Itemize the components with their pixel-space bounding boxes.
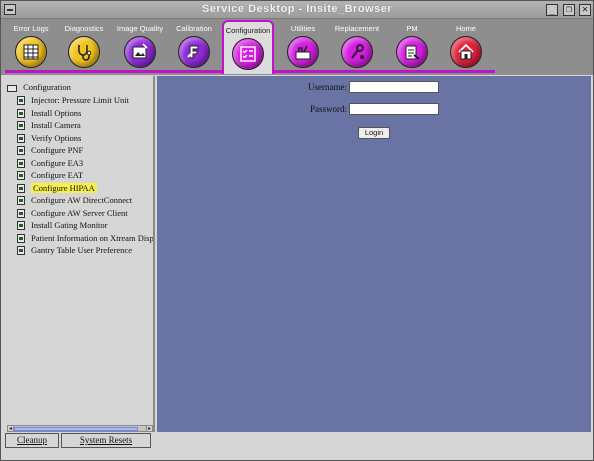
wrench-icon — [341, 36, 373, 68]
grid-icon — [15, 36, 47, 68]
cleanup-button[interactable]: Cleanup — [5, 433, 59, 448]
bottom-bar: Cleanup System Resets — [1, 432, 593, 460]
document-icon — [17, 233, 25, 243]
image-quality-icon — [124, 36, 156, 68]
close-button[interactable]: ✕ — [579, 4, 591, 16]
tree-item-install-options[interactable]: Install Options — [17, 107, 81, 119]
document-icon — [17, 133, 25, 143]
tool-configuration[interactable]: Configuration — [222, 20, 274, 74]
tree-item-configure-eat[interactable]: Configure EAT — [17, 169, 83, 181]
tool-label: Home — [455, 24, 476, 33]
tree-item-label: Configure EA3 — [31, 158, 84, 168]
tree-item-label: Configure EAT — [31, 170, 84, 180]
document-icon — [17, 195, 25, 205]
password-label: Password: — [309, 104, 347, 114]
password-field[interactable] — [349, 103, 439, 115]
minimize-button[interactable]: _ — [546, 4, 558, 16]
tool-replacement[interactable]: Replacement — [331, 20, 383, 72]
home-icon — [450, 36, 482, 68]
document-icon — [17, 245, 25, 255]
tool-image-quality[interactable]: Image Quality — [114, 20, 166, 72]
tree-item-install-camera[interactable]: Install Camera — [17, 119, 81, 131]
tree-item-verify-options[interactable]: Verify Options — [17, 132, 81, 144]
tool-label: Replacement — [334, 24, 380, 33]
tree-item-label: Patient Information on Xtream Disp — [31, 233, 154, 243]
username-label: Username: — [308, 82, 347, 92]
stethoscope-icon — [68, 36, 100, 68]
scroll-right-arrow-icon[interactable]: ▸ — [146, 425, 153, 432]
tool-pm[interactable]: PM — [386, 20, 438, 72]
folder-icon — [7, 84, 17, 92]
tree-item-label: Configure AW Server Client — [31, 208, 128, 218]
checklist-icon — [232, 38, 264, 70]
tree-item-label: Verify Options — [31, 133, 82, 143]
utilities-icon — [287, 36, 319, 68]
tree-item-configure-hipaa[interactable]: Configure HIPAA — [17, 182, 97, 194]
document-icon — [17, 208, 25, 218]
document-icon — [17, 158, 25, 168]
tool-home[interactable]: Home — [440, 20, 492, 72]
tool-utilities[interactable]: Utilities — [277, 20, 329, 72]
service-desktop-window: Service Desktop - Insite_Browser _ ❐ ✕ E… — [0, 0, 594, 461]
tree-item-label-selected: Configure HIPAA — [31, 183, 97, 193]
tree-horizontal-scrollbar[interactable]: ◂ ▸ — [7, 425, 153, 432]
username-field[interactable] — [349, 81, 439, 93]
document-icon — [17, 170, 25, 180]
restore-button[interactable]: ❐ — [563, 4, 575, 16]
tool-error-logs[interactable]: Error Logs — [5, 20, 57, 72]
tree-item-injector-pressure-limit-unit[interactable]: Injector: Pressure Limit Unit — [17, 94, 129, 106]
document-icon — [17, 145, 25, 155]
tree-root[interactable]: Configuration — [7, 82, 71, 92]
tool-label: Image Quality — [116, 24, 164, 33]
tree-item-patient-information[interactable]: Patient Information on Xtream Disp — [17, 232, 154, 244]
scrollbar-thumb[interactable] — [14, 427, 138, 431]
tool-label: Diagnostics — [64, 24, 104, 33]
document-icon — [17, 95, 25, 105]
tree-root-label: Configuration — [23, 82, 71, 92]
tool-calibration[interactable]: Calibration — [168, 20, 220, 72]
title-bar[interactable]: Service Desktop - Insite_Browser _ ❐ ✕ — [1, 1, 593, 19]
tree-item-label: Install Camera — [31, 120, 81, 130]
document-icon — [17, 220, 25, 230]
login-content-area: Username: Password: Login — [157, 76, 591, 432]
document-icon — [17, 183, 25, 193]
window-title: Service Desktop - Insite_Browser — [201, 3, 393, 15]
tree-item-configure-aw-server-client[interactable]: Configure AW Server Client — [17, 207, 128, 219]
tree-item-gantry-table-user-preference[interactable]: Gantry Table User Preference — [17, 244, 132, 256]
tree-item-configure-ea3[interactable]: Configure EA3 — [17, 157, 83, 169]
configuration-tree-panel: Configuration Injector: Pressure Limit U… — [3, 76, 155, 432]
tree-item-label: Gantry Table User Preference — [31, 245, 132, 255]
tool-label: Error Logs — [13, 24, 49, 33]
document-icon — [17, 108, 25, 118]
tool-diagnostics[interactable]: Diagnostics — [58, 20, 110, 72]
tree-item-configure-aw-directconnect[interactable]: Configure AW DirectConnect — [17, 194, 132, 206]
tree-item-configure-pnf[interactable]: Configure PNF — [17, 144, 83, 156]
tree-item-install-gating-monitor[interactable]: Install Gating Monitor — [17, 219, 108, 231]
tree-item-label: Install Options — [31, 108, 82, 118]
tree-item-label: Configure AW DirectConnect — [31, 195, 133, 205]
system-resets-button[interactable]: System Resets — [61, 433, 151, 448]
tool-label: PM — [406, 24, 418, 33]
tool-label: Utilities — [290, 24, 316, 33]
tree-item-label: Install Gating Monitor — [31, 220, 108, 230]
tool-label: Configuration — [225, 26, 271, 35]
calibration-icon — [178, 36, 210, 68]
document-icon — [17, 120, 25, 130]
pm-icon — [396, 36, 428, 68]
tree-item-label: Configure PNF — [31, 145, 84, 155]
login-button[interactable]: Login — [358, 127, 390, 139]
scroll-left-arrow-icon[interactable]: ◂ — [7, 425, 14, 432]
tree-item-label: Injector: Pressure Limit Unit — [31, 95, 129, 105]
tool-label: Calibration — [176, 24, 212, 33]
